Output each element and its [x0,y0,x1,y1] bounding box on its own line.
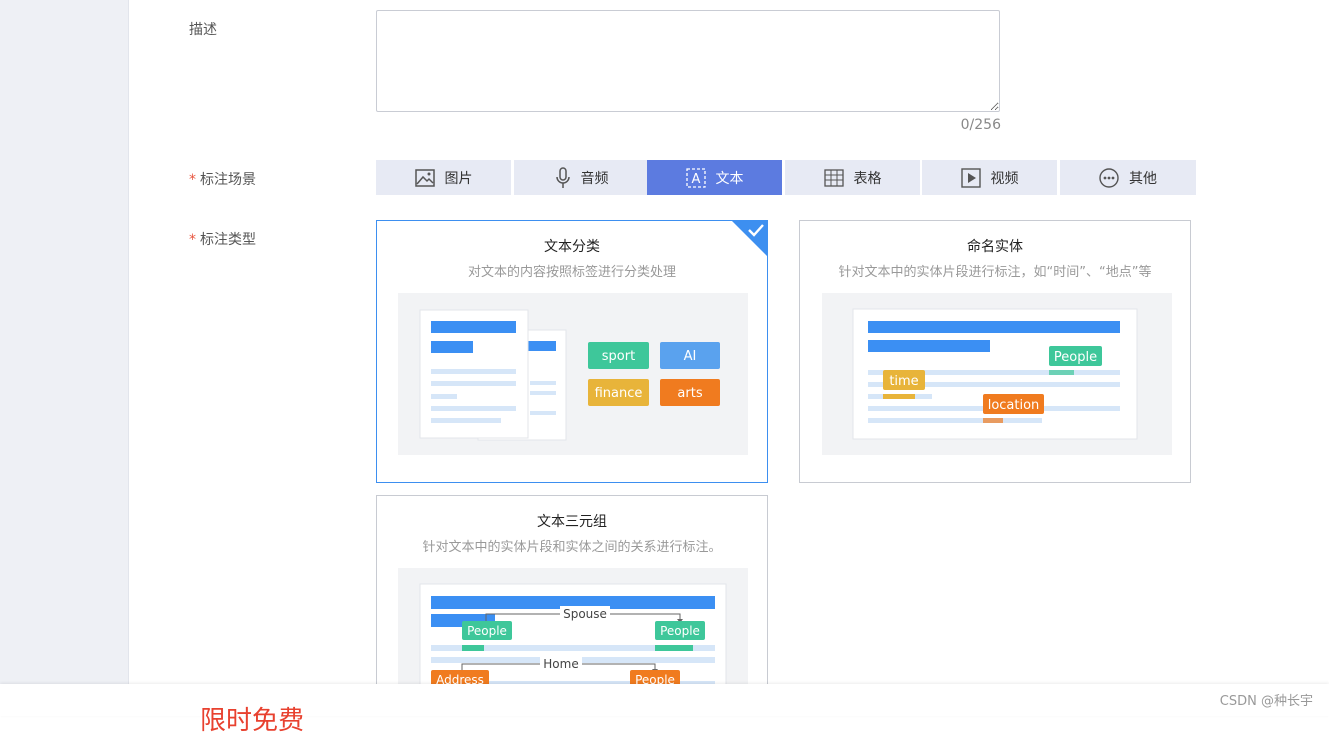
tag-arts: arts [660,379,720,406]
card-description: 对文本的内容按照标签进行分类处理 [467,265,676,280]
svg-text:A: A [691,172,700,187]
scene-option-label: 文本 [715,170,744,187]
tag-people-2: People [655,621,705,640]
scene-option-image[interactable]: 图片 [376,160,511,195]
svg-text:AI: AI [684,349,697,364]
svg-text:sport: sport [602,349,635,364]
svg-text:People: People [1054,350,1097,365]
type-label-text: 标注类型 [200,232,256,248]
table-icon [823,168,844,187]
check-icon [748,224,764,237]
type-card-text-triple[interactable]: 文本三元组 针对文本中的实体片段和实体之间的关系进行标注。 Spouse Peo… [376,495,768,716]
scene-option-label: 其他 [1129,170,1157,187]
type-card-text-classification[interactable]: 文本分类 对文本的内容按照标签进行分类处理 sport AI finance a… [376,220,768,483]
relation-spouse: Spouse [563,607,607,621]
tag-finance: finance [588,379,649,406]
required-mark: * [189,172,196,188]
tag-location: location [983,394,1044,414]
tag-time: time [883,370,925,390]
scene-option-text[interactable]: A 文本 [647,160,782,195]
tag-ai: AI [660,342,720,369]
tag-sport: sport [588,342,649,369]
image-icon [414,168,435,187]
required-mark: * [189,232,196,248]
card-description: 针对文本中的实体片段进行标注，如“时间”、“地点”等 [838,265,1152,280]
main-form: 描述 0/256 * 标注场景 图片 音频 A 文本 表格 视频 其他 * 标注… [129,0,1329,716]
card-illustration: People time location [822,293,1172,455]
scene-label-text: 标注场景 [200,172,256,188]
svg-text:People: People [660,624,700,638]
sidebar [0,0,129,716]
svg-text:time: time [889,374,918,389]
description-counter: 0/256 [960,117,1001,133]
relation-home: Home [543,657,578,671]
scene-option-other[interactable]: 其他 [1060,160,1196,195]
type-card-named-entity[interactable]: 命名实体 针对文本中的实体片段进行标注，如“时间”、“地点”等 People t… [799,220,1191,483]
card-title: 文本三元组 [537,514,607,530]
scene-option-table[interactable]: 表格 [785,160,920,195]
card-illustration: sport AI finance arts [398,293,748,455]
more-icon [1099,167,1119,188]
card-title: 命名实体 [967,239,1023,255]
scene-option-label: 表格 [853,170,882,187]
video-play-icon [960,167,981,188]
svg-text:location: location [988,398,1040,413]
tag-people: People [1049,346,1102,366]
description-textarea[interactable] [376,10,1000,112]
card-description: 针对文本中的实体片段和实体之间的关系进行标注。 [422,540,722,555]
scene-option-video[interactable]: 视频 [922,160,1057,195]
tag-people-1: People [462,621,512,640]
promo-text: 限时免费 [200,706,305,736]
scene-label: * 标注场景 [189,169,256,189]
type-label: * 标注类型 [189,229,256,249]
watermark: CSDN @种长宇 [1219,694,1313,709]
scene-option-label: 音频 [580,170,609,187]
description-label: 描述 [189,22,217,38]
svg-text:finance: finance [595,386,643,401]
text-icon: A [685,167,706,188]
scene-option-label: 图片 [444,170,473,187]
card-title: 文本分类 [544,239,600,255]
microphone-icon [555,166,571,189]
scene-option-audio[interactable]: 音频 [514,160,649,195]
scene-option-label: 视频 [990,170,1019,187]
svg-text:arts: arts [677,386,702,401]
svg-text:People: People [467,624,507,638]
